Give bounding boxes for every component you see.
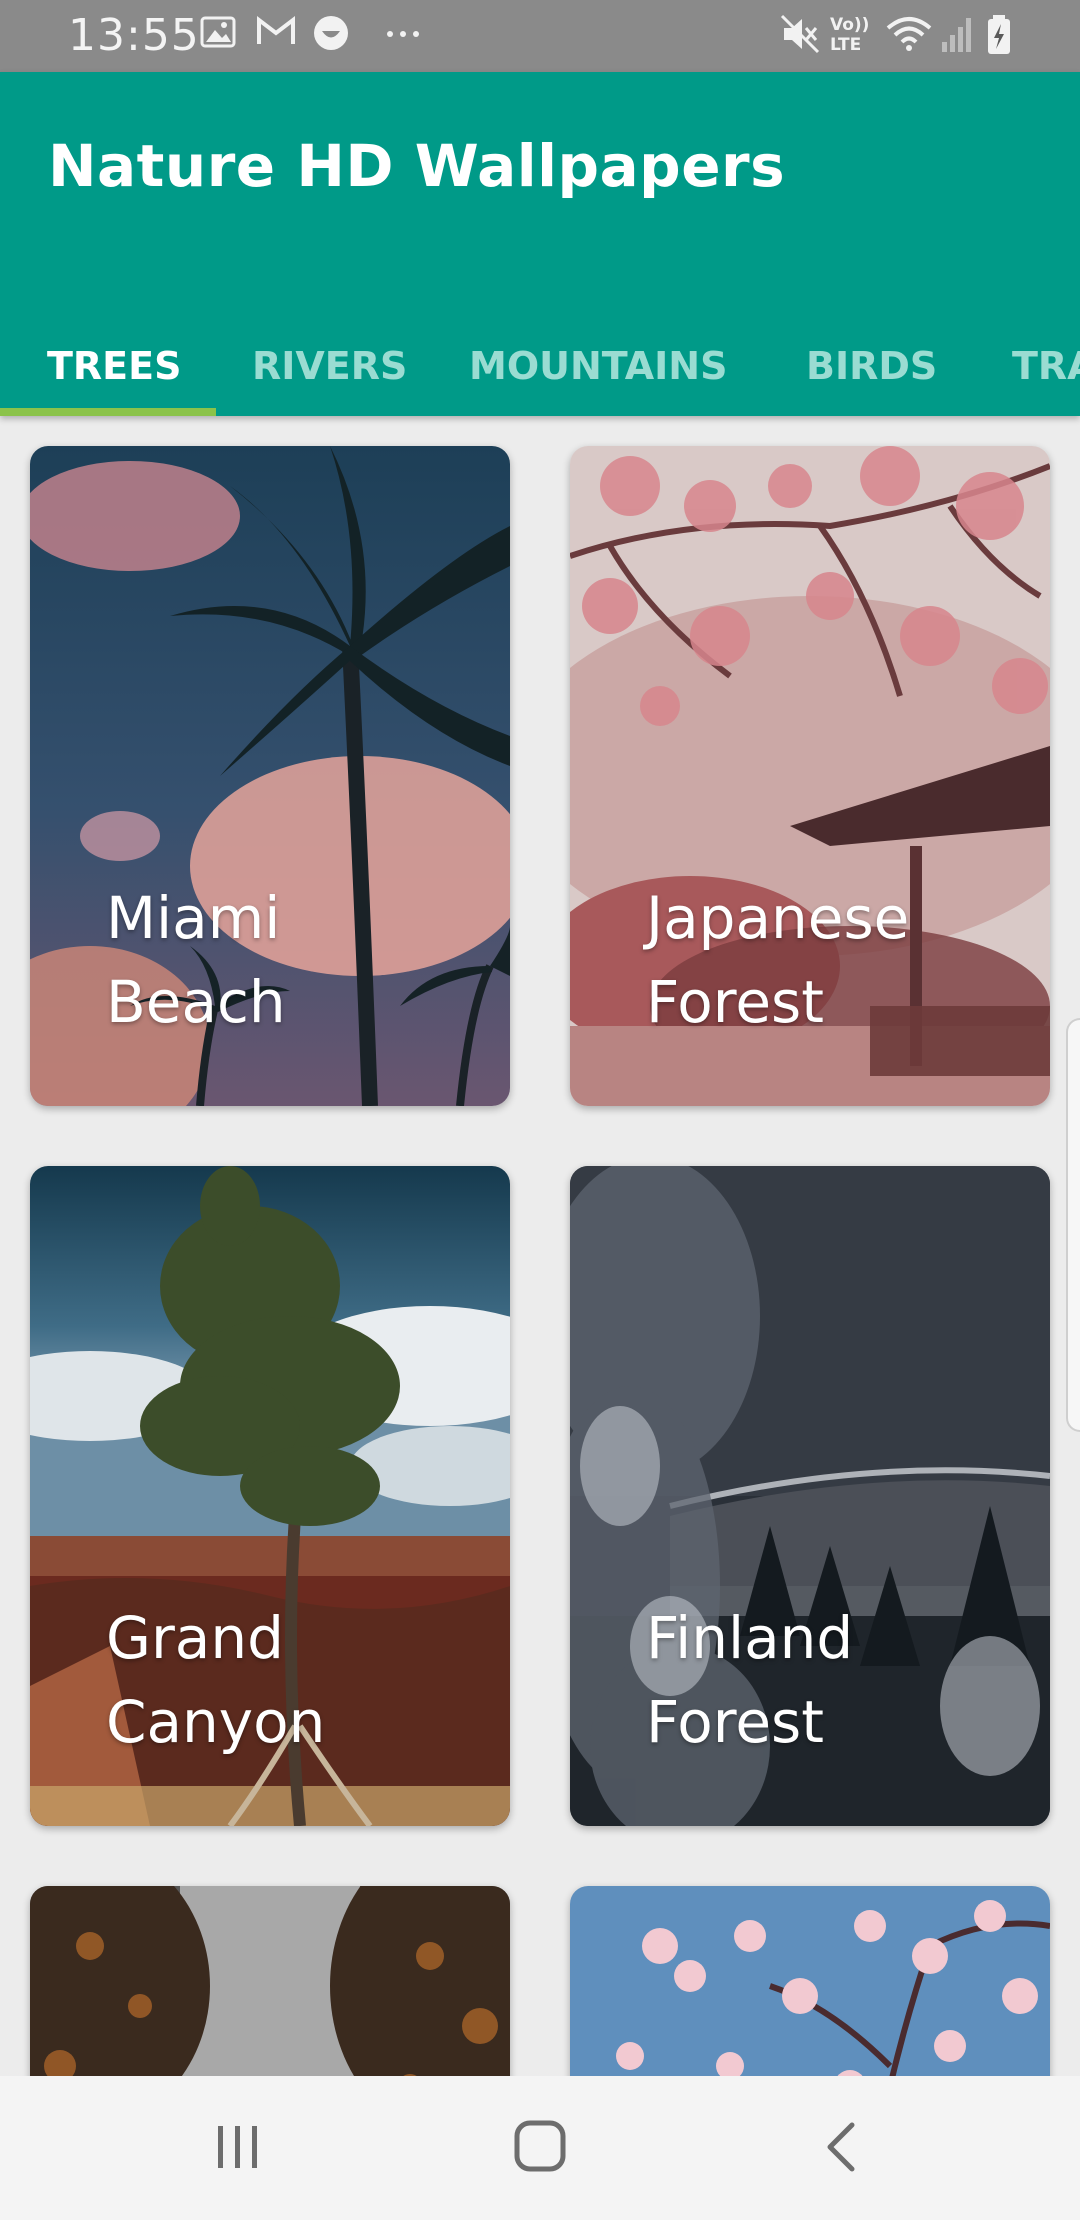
back-icon[interactable] (820, 2120, 864, 2174)
tab-rivers[interactable]: RIVERS (252, 344, 407, 388)
status-time: 13:55 (68, 10, 200, 61)
card-title-line2: Forest (646, 968, 824, 1036)
gallery-icon (200, 16, 236, 48)
app-title: Nature HD Wallpapers (48, 132, 786, 200)
mute-icon (780, 14, 820, 54)
signal-icon (942, 18, 971, 52)
app-bar: Nature HD Wallpapers TREES RIVERS MOUNTA… (0, 72, 1080, 416)
battery-icon (988, 15, 1010, 54)
navigation-bar (0, 2076, 1080, 2220)
fast-scroll-handle[interactable] (1066, 1018, 1080, 1432)
card-title-line1: Finland (646, 1604, 854, 1672)
wallpaper-card-grand-canyon[interactable]: Grand Canyon (30, 1166, 510, 1826)
card-title-line2: Canyon (106, 1688, 326, 1756)
tab-indicator (0, 408, 216, 416)
wallpaper-card-finland-forest[interactable]: Finland Forest (570, 1166, 1050, 1826)
card-title-line2: Beach (106, 968, 286, 1036)
card-title-line1: Miami (106, 884, 281, 952)
status-bar: 13:55 Vo)) LTE (0, 0, 1080, 72)
gmail-icon (257, 15, 295, 44)
home-icon[interactable] (512, 2118, 568, 2174)
wallpaper-card-miami-beach[interactable]: Miami Beach (30, 446, 510, 1106)
tab-birds[interactable]: BIRDS (806, 344, 937, 388)
tab-travel[interactable]: TRA (1012, 344, 1080, 388)
tab-trees[interactable]: TREES (47, 344, 181, 388)
emoji-icon (314, 16, 348, 50)
svg-text:LTE: LTE (830, 35, 861, 55)
category-tabs: TREES RIVERS MOUNTAINS BIRDS TRA (0, 304, 1080, 416)
wifi-icon (886, 17, 932, 51)
card-title-line1: Japanese (646, 884, 910, 952)
recent-apps-icon[interactable] (214, 2120, 264, 2174)
tab-mountains[interactable]: MOUNTAINS (469, 344, 727, 388)
svg-text:Vo)): Vo)) (830, 15, 869, 35)
wallpaper-card-japanese-forest[interactable]: Japanese Forest (570, 446, 1050, 1106)
card-title-line1: Grand (106, 1604, 284, 1672)
card-title-line2: Forest (646, 1688, 824, 1756)
more-dots-icon (387, 31, 419, 37)
volte-icon: Vo)) LTE (830, 15, 869, 55)
